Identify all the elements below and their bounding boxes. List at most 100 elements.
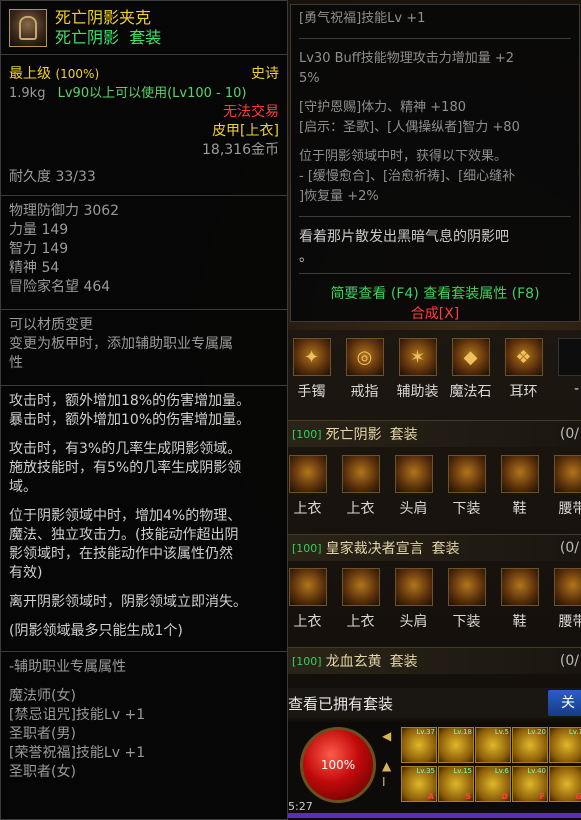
tooltip-line: [勇气祝福]技能Lv +1 — [299, 11, 426, 26]
skill-slot[interactable]: Lv.35 A — [401, 766, 437, 802]
item-rarity: 史诗 — [251, 66, 279, 82]
set-slot-top[interactable]: 上衣 — [281, 455, 334, 518]
shoulder-icon — [394, 455, 433, 493]
item-grade-pct: (100%) — [55, 67, 100, 81]
skill-slot[interactable]: Lv.15 S — [438, 766, 474, 802]
item-set-line: 死亡阴影 套装 — [55, 28, 162, 47]
set-name: 龙血玄黄 — [325, 654, 382, 670]
set-slot-row: 上衣 上衣 头肩 下装 鞋 腰带 — [281, 568, 581, 631]
shortcut-hint: 简要查看 (F4) 查看套装属性 (F8) — [330, 286, 540, 302]
arrow-i-icon[interactable]: I — [382, 774, 391, 790]
item-header: 死亡阴影夹克 死亡阴影 套装 — [1, 1, 287, 55]
tooltip-line: [守护恩赐]体力、精神 +180 — [299, 100, 466, 115]
skill-slot[interactable]: G — [549, 766, 581, 802]
item-name: 死亡阴影夹克 — [55, 8, 152, 27]
jacket-icon — [9, 9, 47, 47]
set-name: 皇家裁决者宣言 — [325, 541, 424, 557]
set-slot-top[interactable]: 上衣 — [334, 568, 387, 631]
set-slot-row: 上衣 上衣 头肩 下装 鞋 腰带 — [281, 455, 581, 518]
belt-icon — [553, 455, 581, 493]
set-slot-top[interactable]: 上衣 — [334, 455, 387, 518]
set-slot-shoes[interactable]: 鞋 — [493, 455, 546, 518]
equip-slot-support[interactable]: ✶ 辅助装 — [391, 338, 444, 401]
accessory-slot-row: ✦ 手镯 ◎ 戒指 ✶ 辅助装 ◆ 魔法石 ❖ 耳环 - — [285, 338, 581, 401]
quickbar-arrows[interactable]: ◀ ▲ I — [382, 728, 391, 790]
pants-icon — [447, 455, 486, 493]
equip-slot-ring[interactable]: ◎ 戒指 — [338, 338, 391, 401]
set-progress: (0/ — [559, 540, 579, 556]
arrow-up-icon[interactable]: ▲ — [382, 758, 391, 774]
set-slot-shoulder[interactable]: 头肩 — [387, 455, 440, 518]
divider — [299, 38, 571, 39]
support-gear-icon: ✶ — [398, 338, 437, 376]
flavor-text: 看着那片散发出黑暗气息的阴影吧 — [299, 229, 509, 245]
item-effects: 攻击时，额外增加18%的伤害增加量。 暴击时，额外增加10%的伤害增加量。 攻击… — [1, 385, 287, 647]
tooltip-line: Lv30 Buff技能物理攻击力增加量 +2 — [299, 51, 515, 66]
item-level-req: Lv90以上可以使用(Lv100 - 10) — [57, 86, 247, 101]
earring-icon: ❖ — [504, 338, 543, 376]
empty-slot-icon — [557, 338, 581, 376]
item-basic-info: 最上级 (100%) 史诗 1.9kg Lv90以上可以使用(Lv100 - 1… — [1, 55, 287, 187]
tooltip-line: 位于阴影领域中时，获得以下效果。 — [299, 149, 508, 164]
set-slot-bottom[interactable]: 下装 — [440, 568, 493, 631]
item-price: 18,316金币 — [202, 142, 279, 158]
clock: 5:27 — [288, 800, 313, 813]
stat-line: 智力 149 — [9, 241, 69, 257]
item-type: 皮甲[上衣] — [212, 123, 279, 139]
skill-slot[interactable]: Lv.37 — [401, 727, 437, 763]
tooltip-line: 5% — [299, 71, 320, 86]
equip-slot-bracelet[interactable]: ✦ 手镯 — [285, 338, 338, 401]
set-option-tooltip: [勇气祝福]技能Lv +1 Lv30 Buff技能物理攻击力增加量 +2 5% … — [290, 4, 580, 322]
skill-slot[interactable]: Lv.20 — [512, 727, 548, 763]
set-name: 死亡阴影 — [325, 427, 382, 443]
compose-hint: 合成[X] — [410, 306, 460, 322]
equip-slot-empty[interactable]: - — [550, 338, 581, 401]
set-progress: (0/ — [559, 653, 579, 669]
set-header[interactable]: [100] 死亡阴影 套装 (0/ — [288, 420, 581, 447]
arrow-left-icon[interactable]: ◀ — [382, 728, 391, 744]
pants-icon — [447, 568, 486, 606]
skill-slot[interactable]: Lv.6 D — [475, 766, 511, 802]
skill-slot[interactable]: Lv.18 — [438, 727, 474, 763]
set-slot-shoulder[interactable]: 头肩 — [387, 568, 440, 631]
shoes-icon — [500, 568, 539, 606]
item-tooltip: 死亡阴影夹克 死亡阴影 套装 最上级 (100%) 史诗 1.9kg Lv90以… — [0, 0, 288, 820]
stat-line: 冒险家名望 464 — [9, 279, 111, 295]
set-slot-top[interactable]: 上衣 — [281, 568, 334, 631]
tooltip-line: ]恢复量 +2% — [299, 189, 379, 204]
flavor-text: 。 — [299, 249, 313, 265]
divider — [299, 216, 571, 217]
set-header[interactable]: [100] 皇家裁决者宣言 套装 (0/ — [288, 534, 581, 561]
support-class-options: -辅助职业专属属性 魔法师(女) [禁忌诅咒]技能Lv +1 圣职者(男) [荣… — [1, 651, 287, 788]
view-owned-sets-button[interactable]: 查看已拥有套装 — [288, 688, 581, 718]
tooltip-line: - [缓慢愈合]、[治愈祈祷]、[细心缝补 — [299, 169, 516, 184]
close-button[interactable]: 关 — [548, 690, 581, 716]
mp-bar — [288, 813, 581, 818]
set-slot-bottom[interactable]: 下装 — [440, 455, 493, 518]
item-weight: 1.9kg — [9, 86, 46, 101]
tooltip-line: [启示：圣歌]、[人偶操纵者]智力 +80 — [299, 120, 520, 135]
magic-stone-icon: ◆ — [451, 338, 490, 376]
set-tag: 套装 — [389, 654, 418, 670]
armor-icon — [288, 568, 327, 606]
stat-line: 力量 149 — [9, 222, 69, 238]
set-slot-shoes[interactable]: 鞋 — [493, 568, 546, 631]
divider — [299, 273, 571, 274]
shoes-icon — [500, 455, 539, 493]
set-slot-belt[interactable]: 腰带 — [546, 568, 581, 631]
set-tag: 套装 — [431, 541, 460, 557]
set-tag: 套装 — [389, 427, 418, 443]
item-grade: 最上级 — [9, 66, 51, 82]
skill-slot[interactable]: Lv.40 F — [512, 766, 548, 802]
set-slot-belt[interactable]: 腰带 — [546, 455, 581, 518]
armor-icon — [341, 455, 380, 493]
material-change: 可以材质变更 变更为板甲时，添加辅助职业专属属 性 — [1, 309, 287, 379]
skill-slot[interactable]: Lv.1 — [549, 727, 581, 763]
set-progress: (0/ — [559, 426, 579, 442]
stat-line: 物理防御力 3062 — [9, 203, 120, 219]
set-header[interactable]: [100] 龙血玄黄 套装 (0/ — [288, 647, 581, 674]
equip-slot-earring[interactable]: ❖ 耳环 — [497, 338, 550, 401]
armor-icon — [288, 455, 327, 493]
equip-slot-magic-stone[interactable]: ◆ 魔法石 — [444, 338, 497, 401]
skill-slot[interactable]: Lv.5 — [475, 727, 511, 763]
